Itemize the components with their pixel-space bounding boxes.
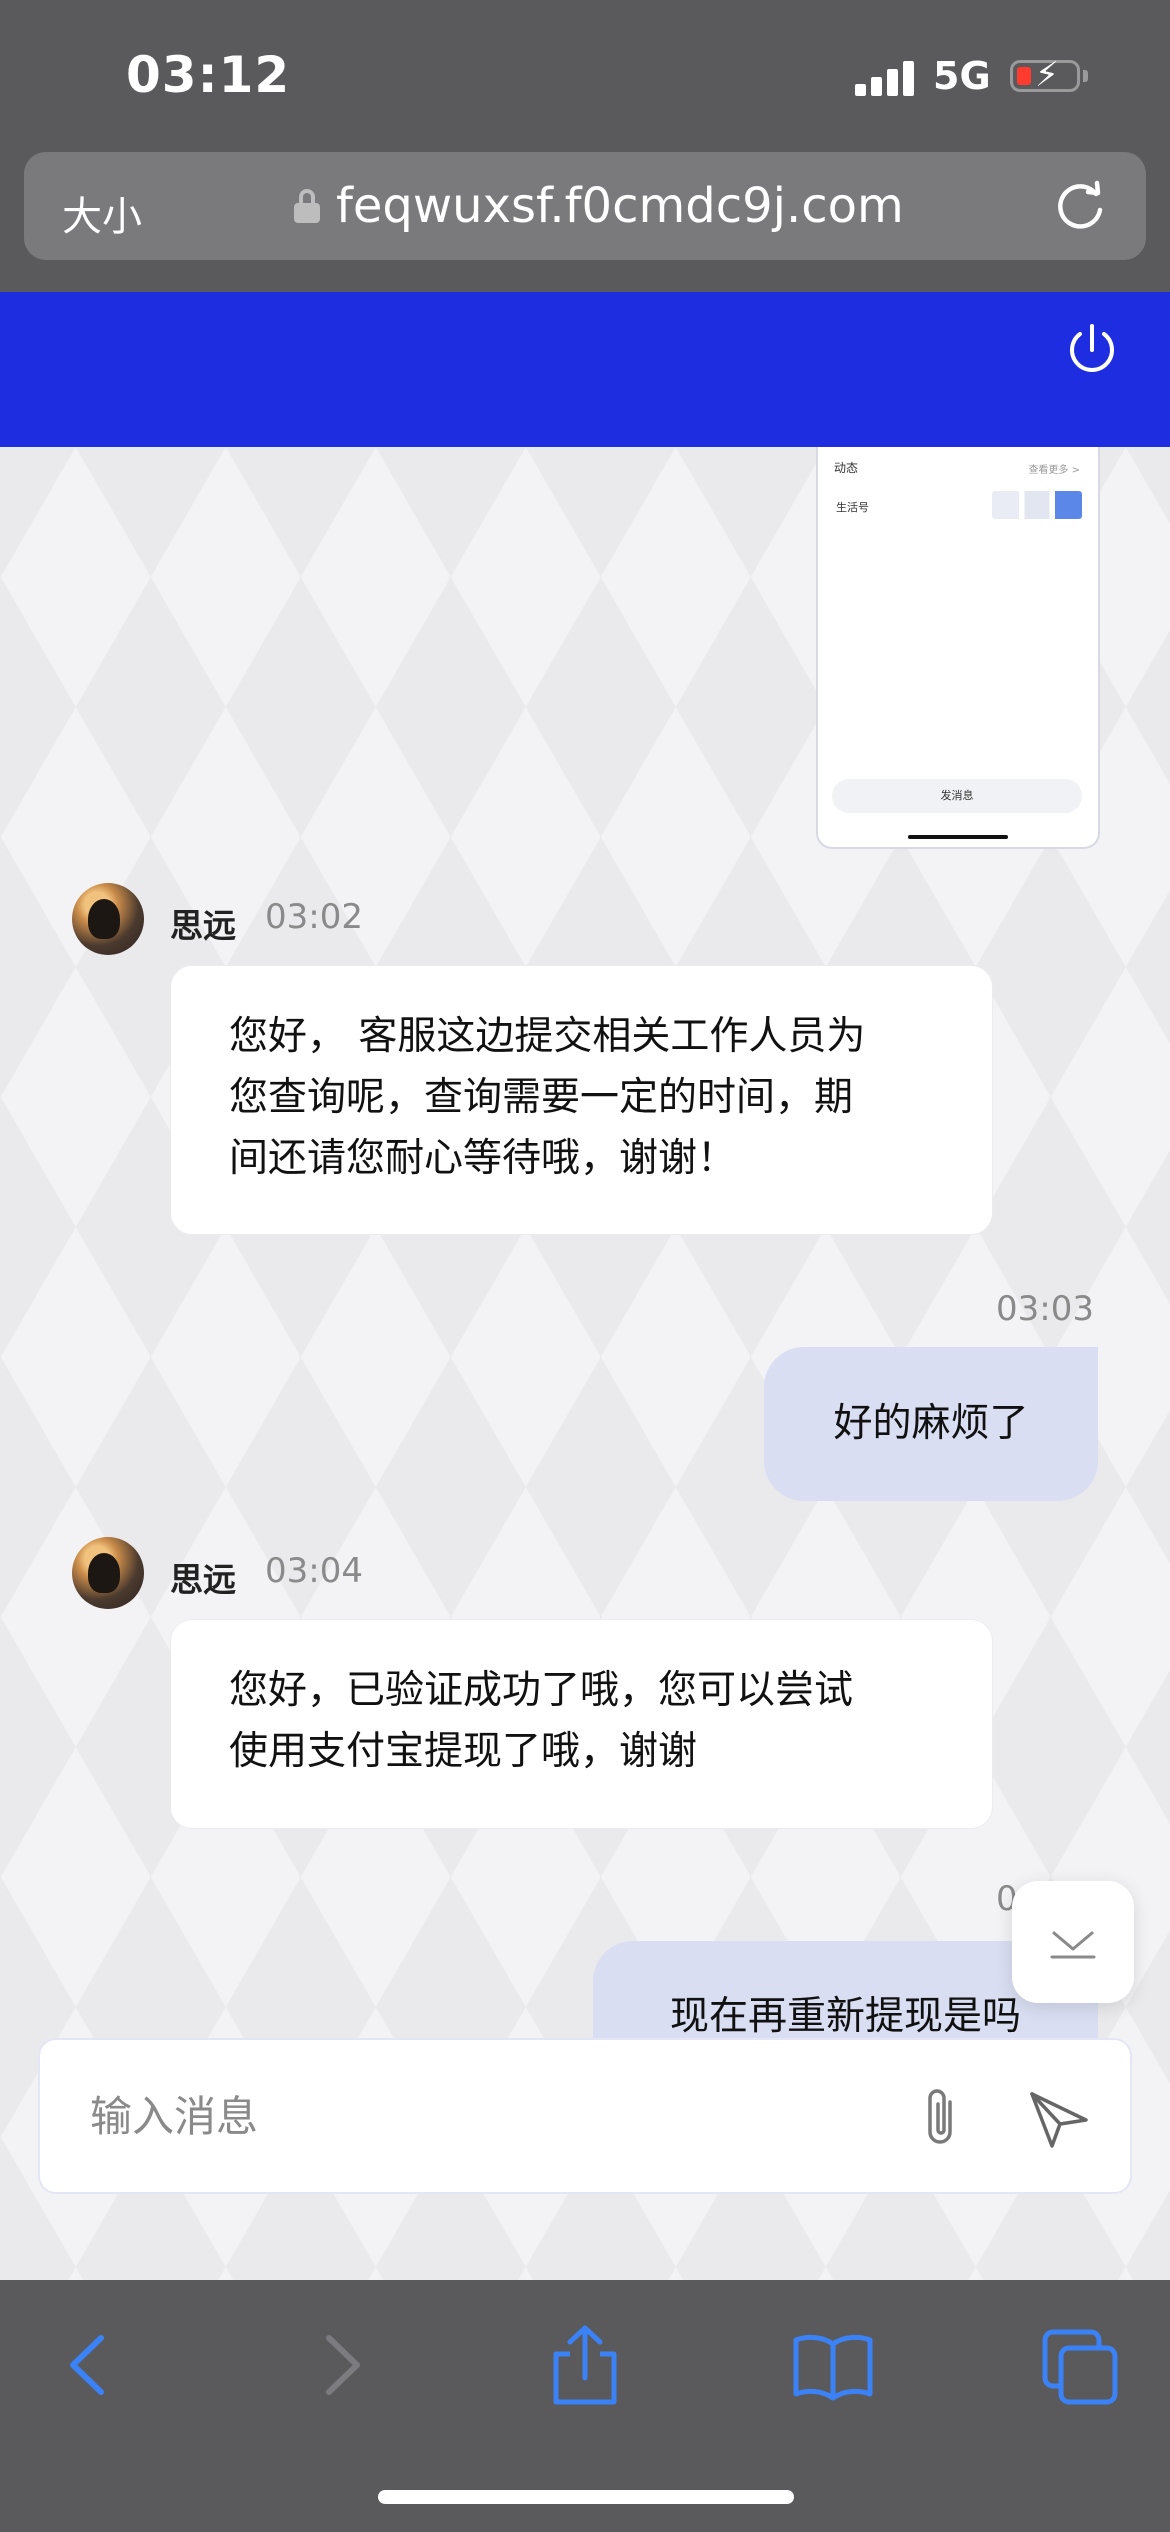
scroll-to-bottom-button[interactable]	[1012, 1881, 1134, 2003]
share-icon[interactable]	[540, 2320, 630, 2410]
send-icon[interactable]	[1024, 2084, 1094, 2152]
preview-thumbnails	[992, 491, 1082, 519]
power-icon[interactable]	[1062, 320, 1122, 380]
status-time: 03:12	[126, 46, 291, 104]
avatar[interactable]	[72, 883, 144, 955]
chat-header	[0, 292, 1170, 447]
message-composer	[38, 2038, 1132, 2194]
url-display[interactable]: feqwuxsf.f0cmdc9j.com	[294, 178, 904, 234]
chat-area[interactable]: 动态 查看更多 > 生活号 发消息 思远 03:02 您好， 客服这边提交相关工…	[0, 447, 1170, 2280]
tabs-icon[interactable]	[1035, 2320, 1125, 2410]
message-line: 您查询呢，查询需要一定的时间，期	[229, 1075, 854, 1120]
reload-icon[interactable]	[1052, 180, 1108, 236]
text-size-button[interactable]: 大小	[62, 184, 142, 242]
preview-item: 生活号	[836, 501, 869, 514]
message-bubble-own[interactable]: 好的麻烦了	[764, 1347, 1098, 1501]
back-icon[interactable]	[45, 2320, 135, 2410]
status-bar: 03:12 5G ⚡	[0, 0, 1170, 150]
preview-title: 动态	[834, 461, 859, 475]
message-input[interactable]	[88, 2080, 892, 2152]
bookmarks-icon[interactable]	[788, 2320, 878, 2410]
paperclip-icon[interactable]	[910, 2084, 974, 2152]
url-text: feqwuxsf.f0cmdc9j.com	[336, 178, 904, 234]
lock-icon	[294, 189, 320, 223]
address-bar[interactable]: 大小 feqwuxsf.f0cmdc9j.com	[24, 152, 1146, 260]
preview-send: 发消息	[832, 779, 1082, 813]
preview-home-indicator	[908, 835, 1008, 839]
home-indicator	[378, 2490, 794, 2504]
avatar[interactable]	[72, 1537, 144, 1609]
forward-icon[interactable]	[295, 2320, 385, 2410]
message-bubble[interactable]: 您好， 客服这边提交相关工作人员为 您查询呢，查询需要一定的时间，期 间还请您耐…	[170, 965, 993, 1235]
message-text: 现在再重新提现是吗	[669, 1994, 1021, 2039]
message-time: 03:04	[265, 1551, 363, 1591]
message-line: 间还请您耐心等待哦，谢谢！	[229, 1136, 737, 1181]
network-type: 5G	[933, 54, 991, 98]
signal-icon	[855, 60, 915, 96]
battery-tip	[1083, 70, 1088, 82]
message-text: 好的麻烦了	[833, 1401, 1029, 1446]
battery-icon: ⚡	[1010, 55, 1080, 95]
message-time: 03:02	[265, 897, 363, 937]
image-message[interactable]: 动态 查看更多 > 生活号 发消息	[816, 447, 1100, 849]
message-time: 03:03	[996, 1289, 1094, 1329]
sender-name: 思远	[170, 906, 236, 945]
message-line: 您好， 客服这边提交相关工作人员为	[229, 1014, 866, 1059]
message-line: 您好，已验证成功了哦，您可以尝试	[229, 1668, 854, 1713]
message-line: 使用支付宝提现了哦，谢谢	[229, 1729, 698, 1774]
chevron-down-icon	[1050, 1931, 1096, 1959]
message-bubble[interactable]: 您好，已验证成功了哦，您可以尝试 使用支付宝提现了哦，谢谢	[170, 1619, 993, 1829]
sender-name: 思远	[170, 1560, 236, 1599]
preview-more: 查看更多 >	[1028, 465, 1080, 476]
